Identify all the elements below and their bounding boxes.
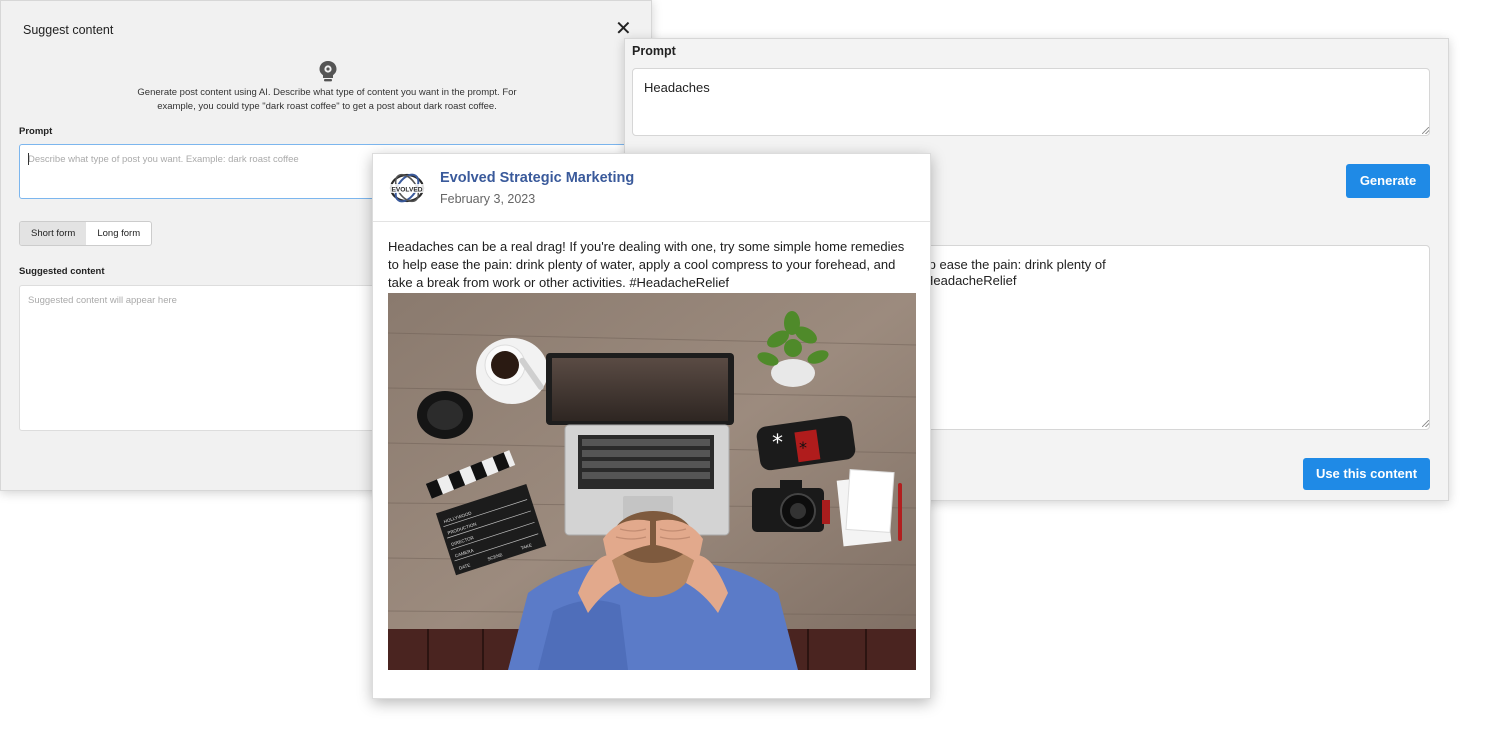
post-date: February 3, 2023 — [440, 192, 536, 206]
svg-text:*: * — [799, 438, 807, 457]
prompt-input[interactable]: Headaches — [632, 68, 1430, 136]
logo-text: EVOLVED — [391, 186, 422, 193]
intro-line-2: example, you could type "dark roast coff… — [157, 101, 497, 112]
resize-handle-icon[interactable] — [1422, 420, 1429, 427]
intro-text: Generate post content using AI. Describe… — [101, 86, 553, 114]
prompt-label: Prompt — [632, 44, 676, 58]
intro-line-1: Generate post content using AI. Describe… — [137, 87, 517, 98]
generate-button[interactable]: Generate — [1346, 164, 1430, 198]
prompt-label: Prompt — [19, 126, 53, 137]
lightbulb-gear-icon — [319, 61, 337, 82]
close-icon[interactable]: ✕ — [615, 19, 632, 39]
modal-title: Suggest content — [23, 23, 114, 37]
text-cursor — [28, 153, 29, 165]
resize-handle-icon[interactable] — [1422, 127, 1429, 134]
brand-name[interactable]: Evolved Strategic Marketing — [440, 170, 634, 186]
screenshot-stage: Suggest content ✕ Generate post content … — [0, 0, 1500, 750]
post-preview-card: EVOLVED Evolved Strategic Marketing Febr… — [372, 153, 931, 699]
brand-logo: EVOLVED — [389, 173, 425, 203]
post-image: * * HOLLYWOOD PRODUCTION DIRECTOR CAMERA… — [388, 293, 916, 670]
form-length-toggle: Short form Long form — [19, 221, 153, 246]
long-form-option[interactable]: Long form — [86, 222, 151, 245]
svg-text:*: * — [772, 431, 783, 456]
divider — [373, 221, 930, 222]
suggested-content-label: Suggested content — [19, 266, 105, 277]
short-form-option[interactable]: Short form — [20, 222, 87, 245]
use-this-content-button[interactable]: Use this content — [1303, 458, 1430, 490]
post-body: Headaches can be a real drag! If you're … — [388, 239, 905, 290]
desk-photo-illustration: * * HOLLYWOOD PRODUCTION DIRECTOR CAMERA… — [388, 293, 916, 670]
